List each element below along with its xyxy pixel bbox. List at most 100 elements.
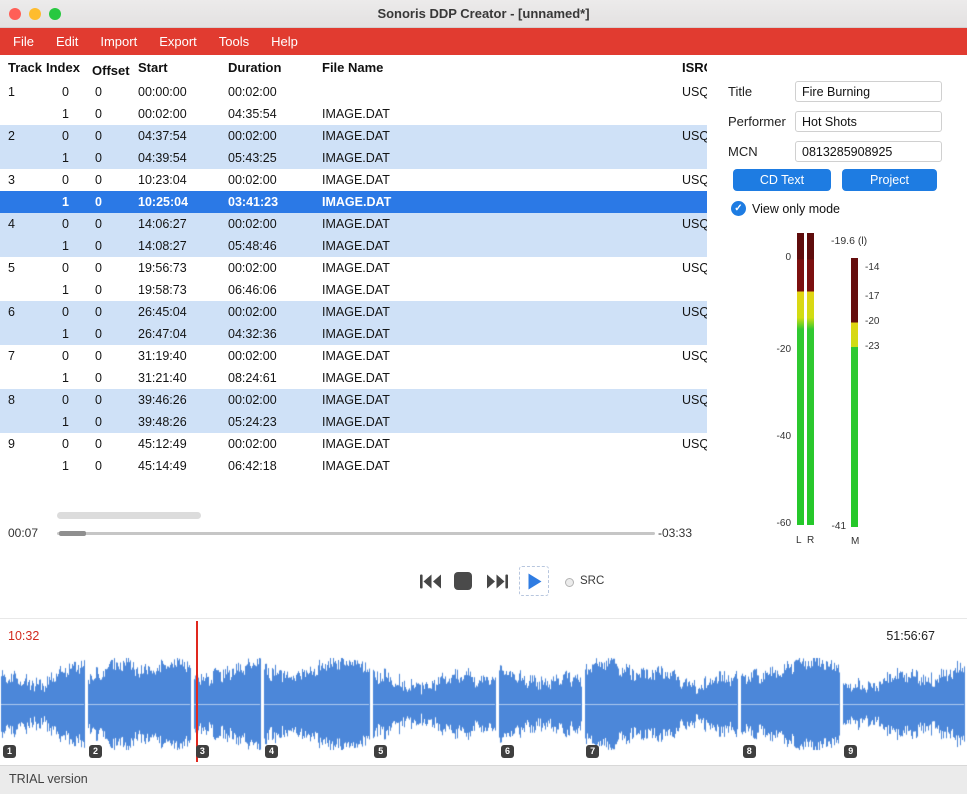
column-header-start[interactable]: Start: [138, 60, 168, 75]
cell-offset: 0: [95, 345, 102, 367]
cell-file: IMAGE.DAT: [322, 389, 390, 411]
cell-duration: 00:02:00: [228, 213, 277, 235]
track-marker-7[interactable]: 7: [586, 745, 599, 758]
track-marker-6[interactable]: 6: [501, 745, 514, 758]
table-row[interactable]: 40014:06:2700:02:00IMAGE.DATUSQ: [0, 213, 707, 235]
cell-file: IMAGE.DAT: [322, 279, 390, 301]
track-marker-3[interactable]: 3: [196, 745, 209, 758]
column-header-duration[interactable]: Duration: [228, 60, 281, 75]
cell-file: IMAGE.DAT: [322, 213, 390, 235]
waveform-display[interactable]: [0, 655, 967, 755]
menu-item-export[interactable]: Export: [148, 28, 208, 55]
waveform-panel: 10:32 51:56:67 123456789: [0, 618, 967, 765]
performer-field[interactable]: [795, 111, 942, 132]
table-row[interactable]: 1010:25:0403:41:23IMAGE.DAT: [0, 191, 707, 213]
track-marker-8[interactable]: 8: [743, 745, 756, 758]
cell-file: IMAGE.DAT: [322, 301, 390, 323]
table-row[interactable]: 1026:47:0404:32:36IMAGE.DAT: [0, 323, 707, 345]
play-button[interactable]: [519, 566, 549, 596]
cell-offset: 0: [95, 367, 102, 389]
column-header-track[interactable]: Track: [8, 60, 42, 75]
table-row[interactable]: 1019:58:7306:46:06IMAGE.DAT: [0, 279, 707, 301]
table-row[interactable]: 1045:14:4906:42:18IMAGE.DAT: [0, 455, 707, 477]
table-row[interactable]: 70031:19:4000:02:00IMAGE.DATUSQ: [0, 345, 707, 367]
seek-slider[interactable]: [57, 532, 655, 535]
track-marker-1[interactable]: 1: [3, 745, 16, 758]
src-radio[interactable]: [565, 578, 574, 587]
cell-index: 0: [62, 345, 69, 367]
meter-channel-label-m: M: [851, 536, 859, 547]
cell-file: IMAGE.DAT: [322, 411, 390, 433]
mcn-field[interactable]: [795, 141, 942, 162]
stop-button[interactable]: [454, 572, 472, 590]
meter-channel-label-l: L: [796, 535, 802, 546]
column-header-isrc[interactable]: ISRC: [682, 60, 707, 75]
loudness-reading: -19.6 (l): [831, 235, 867, 247]
table-row[interactable]: 1000:02:0004:35:54IMAGE.DAT: [0, 103, 707, 125]
track-marker-2[interactable]: 2: [89, 745, 102, 758]
skip-forward-icon: [486, 573, 509, 590]
column-header-index[interactable]: Index: [46, 60, 80, 75]
table-row[interactable]: 30010:23:0400:02:00IMAGE.DATUSQ: [0, 169, 707, 191]
cell-file: IMAGE.DAT: [322, 433, 390, 455]
trial-version-label: TRIAL version: [9, 772, 88, 786]
window-title: Sonoris DDP Creator - [unnamed*]: [0, 0, 967, 28]
menu-item-edit[interactable]: Edit: [45, 28, 89, 55]
table-row[interactable]: 50019:56:7300:02:00IMAGE.DATUSQ: [0, 257, 707, 279]
cell-duration: 00:02:00: [228, 389, 277, 411]
cell-start: 04:37:54: [138, 125, 187, 147]
track-marker-5[interactable]: 5: [374, 745, 387, 758]
track-marker-9[interactable]: 9: [844, 745, 857, 758]
menu-item-help[interactable]: Help: [260, 28, 309, 55]
cell-file: IMAGE.DAT: [322, 235, 390, 257]
cell-start: 14:08:27: [138, 235, 187, 257]
menu-item-import[interactable]: Import: [89, 28, 148, 55]
cell-start: 14:06:27: [138, 213, 187, 235]
cell-file: IMAGE.DAT: [322, 345, 390, 367]
m-meter-scale-label: -14: [865, 262, 879, 273]
next-track-button[interactable]: [486, 573, 509, 590]
app-window: Sonoris DDP Creator - [unnamed*] FileEdi…: [0, 0, 967, 794]
menu-item-file[interactable]: File: [2, 28, 45, 55]
cell-duration: 00:02:00: [228, 125, 277, 147]
table-row[interactable]: 1039:48:2605:24:23IMAGE.DAT: [0, 411, 707, 433]
column-header-file-name[interactable]: File Name: [322, 60, 383, 75]
table-row[interactable]: 80039:46:2600:02:00IMAGE.DATUSQ: [0, 389, 707, 411]
project-button[interactable]: Project: [842, 169, 937, 191]
table-row[interactable]: 20004:37:5400:02:00IMAGE.DATUSQ: [0, 125, 707, 147]
cell-duration: 05:24:23: [228, 411, 277, 433]
previous-track-button[interactable]: [419, 573, 442, 590]
cell-file: IMAGE.DAT: [322, 257, 390, 279]
column-header-offset[interactable]: Offset: [92, 63, 130, 78]
cell-duration: 06:42:18: [228, 455, 277, 477]
table-row[interactable]: 10000:00:0000:02:00USQ: [0, 81, 707, 103]
table-row[interactable]: 60026:45:0400:02:00IMAGE.DATUSQ: [0, 301, 707, 323]
cell-start: 10:23:04: [138, 169, 187, 191]
table-row[interactable]: 1014:08:2705:48:46IMAGE.DAT: [0, 235, 707, 257]
view-only-mode-checkbox-icon[interactable]: [731, 201, 746, 216]
cd-text-button[interactable]: CD Text: [733, 169, 831, 191]
m-meter-scale-label: -20: [865, 316, 879, 327]
cell-duration: 06:46:06: [228, 279, 277, 301]
table-row[interactable]: 90045:12:4900:02:00IMAGE.DATUSQ: [0, 433, 707, 455]
cell-start: 10:25:04: [138, 191, 188, 213]
cell-duration: 00:02:00: [228, 345, 277, 367]
table-row[interactable]: 1004:39:5405:43:25IMAGE.DAT: [0, 147, 707, 169]
track-marker-4[interactable]: 4: [265, 745, 278, 758]
cell-file: IMAGE.DAT: [322, 323, 390, 345]
cell-isrc: USQ: [682, 169, 707, 191]
table-horizontal-scrollbar[interactable]: [57, 512, 201, 519]
cell-start: 45:12:49: [138, 433, 187, 455]
cell-isrc: USQ: [682, 257, 707, 279]
title-field[interactable]: [795, 81, 942, 102]
cell-index: 0: [62, 301, 69, 323]
cell-duration: 04:35:54: [228, 103, 277, 125]
cell-index: 1: [62, 103, 69, 125]
table-row[interactable]: 1031:21:4008:24:61IMAGE.DAT: [0, 367, 707, 389]
seek-slider-thumb[interactable]: [59, 531, 86, 536]
cell-offset: 0: [95, 257, 102, 279]
playhead-cursor[interactable]: [196, 621, 198, 762]
cell-start: 26:47:04: [138, 323, 187, 345]
menu-item-tools[interactable]: Tools: [208, 28, 260, 55]
cell-index: 0: [62, 169, 69, 191]
